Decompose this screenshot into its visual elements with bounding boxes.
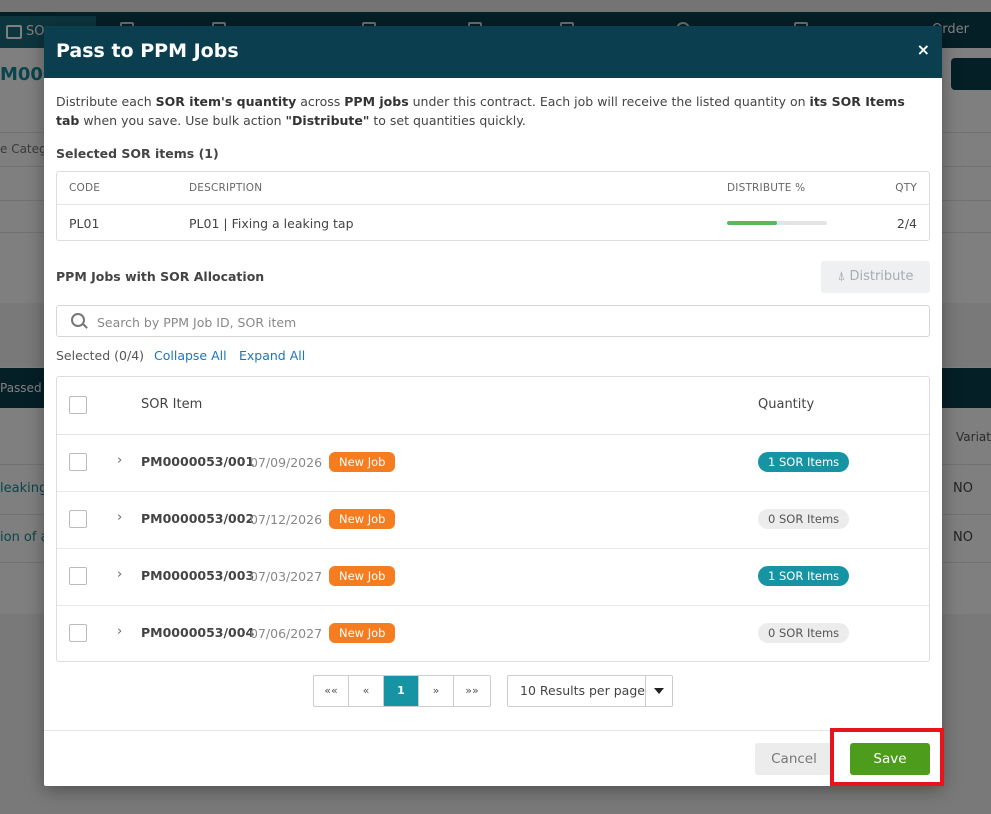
- chevron-right-icon[interactable]: ›: [117, 453, 122, 468]
- divider: [44, 730, 942, 731]
- row-checkbox[interactable]: [69, 453, 87, 471]
- status-badge: New Job: [329, 623, 396, 643]
- column-header-code: CODE: [69, 182, 101, 194]
- selected-sor-table: CODE DESCRIPTION DISTRIBUTE % QTY PL01 P…: [56, 171, 930, 241]
- first-page-button[interactable]: ««: [314, 676, 349, 706]
- column-header-distribute: DISTRIBUTE %: [727, 182, 806, 194]
- column-header-quantity: Quantity: [758, 397, 815, 412]
- selected-sor-items-label: Selected SOR items (1): [56, 146, 219, 161]
- job-date: 07/06/2027: [250, 626, 323, 641]
- sor-items-count-badge[interactable]: 1 SOR Items: [758, 452, 850, 472]
- intro-text: when you save. Use bulk action: [79, 113, 286, 128]
- job-date: 07/03/2027: [250, 569, 323, 584]
- search-icon: [71, 313, 85, 327]
- job-id: PM0000053/002: [141, 511, 255, 526]
- table-header: SOR Item Quantity: [57, 377, 929, 435]
- sor-items-count-badge[interactable]: 0 SOR Items: [758, 623, 850, 643]
- job-id: PM0000053/003: [141, 568, 255, 583]
- select-all-checkbox[interactable]: [69, 396, 87, 414]
- chevron-right-icon[interactable]: ›: [117, 567, 122, 582]
- chevron-right-icon[interactable]: ›: [117, 510, 122, 525]
- selected-count: Selected (0/4): [56, 348, 145, 363]
- last-page-button[interactable]: »»: [454, 676, 490, 706]
- intro-text: to set quantities quickly.: [369, 113, 526, 128]
- distribute-button-label: Distribute: [849, 269, 914, 284]
- row-checkbox[interactable]: [69, 624, 87, 642]
- table-row[interactable]: › PM0000053/003 07/03/2027 New Job 1 SOR Ite…: [57, 548, 929, 606]
- dialog-title: Pass to PPM Jobs: [56, 40, 239, 62]
- chevron-right-icon[interactable]: ›: [117, 624, 122, 639]
- intro-text: under this contract. Each job will recei…: [408, 94, 810, 109]
- distribute-icon: ⍋: [837, 269, 846, 284]
- search-input[interactable]: [95, 311, 919, 333]
- dialog-header: Pass to PPM Jobs ×: [44, 26, 942, 78]
- table-row[interactable]: › PM0000053/002 07/12/2026 New Job 0 SOR Ite…: [57, 491, 929, 549]
- chevron-down-icon[interactable]: [645, 676, 672, 706]
- status-badge: New Job: [329, 566, 396, 586]
- ppm-jobs-table: SOR Item Quantity › PM0000053/001 07/09/20…: [56, 376, 930, 662]
- pagination: «« « 1 » »»: [313, 675, 491, 707]
- row-checkbox[interactable]: [69, 510, 87, 528]
- prev-page-button[interactable]: «: [349, 676, 384, 706]
- pass-to-ppm-jobs-dialog: Pass to PPM Jobs × Distribute each SOR i…: [44, 26, 942, 786]
- sor-code: PL01: [69, 216, 100, 231]
- intro-text: Distribute each: [56, 94, 156, 109]
- sor-items-count-badge[interactable]: 0 SOR Items: [758, 509, 850, 529]
- dialog-instructions: Distribute each SOR item's quantity acro…: [56, 92, 932, 130]
- collapse-all-link[interactable]: Collapse All: [154, 348, 227, 363]
- next-page-button[interactable]: »: [419, 676, 454, 706]
- intro-bold: PPM jobs: [344, 94, 409, 109]
- cancel-button[interactable]: Cancel: [755, 743, 833, 775]
- results-per-page-select[interactable]: 10 Results per page: [507, 675, 673, 707]
- distribute-progress-bar: [727, 221, 827, 225]
- column-header-description: DESCRIPTION: [189, 182, 263, 194]
- job-date: 07/09/2026: [250, 455, 323, 470]
- intro-bold: "Distribute": [285, 113, 370, 128]
- page-1-button[interactable]: 1: [384, 676, 419, 706]
- sor-items-count-badge[interactable]: 1 SOR Items: [758, 566, 850, 586]
- job-id: PM0000053/004: [141, 625, 255, 640]
- search-field[interactable]: [56, 305, 930, 337]
- column-header-sor-item: SOR Item: [141, 397, 203, 412]
- intro-bold: SOR item's quantity: [155, 94, 297, 109]
- divider: [57, 204, 929, 205]
- table-row[interactable]: › PM0000053/004 07/06/2027 New Job 0 SOR Ite…: [57, 605, 929, 662]
- distribute-progress-fill: [727, 221, 777, 225]
- column-header-qty: QTY: [895, 182, 917, 194]
- distribute-button[interactable]: ⍋ Distribute: [821, 261, 930, 293]
- sor-description: PL01 | Fixing a leaking tap: [189, 216, 354, 231]
- close-icon[interactable]: ×: [917, 40, 930, 59]
- intro-text: across: [296, 94, 345, 109]
- results-per-page-label: 10 Results per page: [520, 683, 645, 698]
- row-checkbox[interactable]: [69, 567, 87, 585]
- table-row[interactable]: › PM0000053/001 07/09/2026 New Job 1 SOR Ite…: [57, 434, 929, 492]
- ppm-jobs-label: PPM Jobs with SOR Allocation: [56, 269, 265, 284]
- status-badge: New Job: [329, 509, 396, 529]
- job-id: PM0000053/001: [141, 454, 255, 469]
- save-highlight-box: [830, 728, 944, 786]
- sor-qty: 2/4: [896, 216, 917, 231]
- job-date: 07/12/2026: [250, 512, 323, 527]
- status-badge: New Job: [329, 452, 396, 472]
- expand-all-link[interactable]: Expand All: [239, 348, 305, 363]
